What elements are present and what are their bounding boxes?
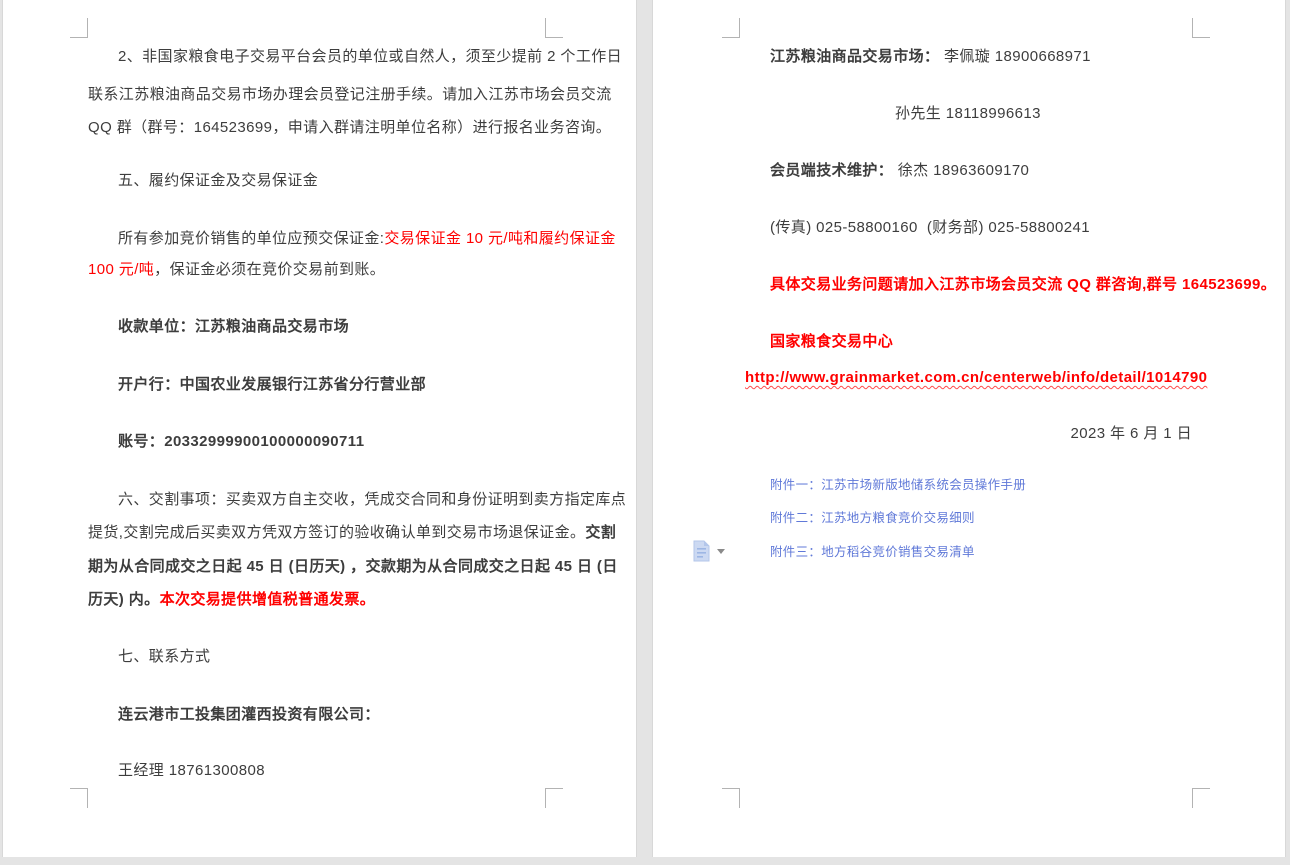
body-line: 联系江苏粮油商品交易市场办理会员登记注册手续。请加入江苏市场会员交流	[88, 84, 545, 106]
tech-contact: 徐杰 18963609170	[893, 162, 1029, 179]
qq-notice-line: 具体交易业务问题请加入江苏市场会员交流 QQ 群咨询,群号 164523699。	[740, 274, 1222, 296]
payee-line: 收款单位：江苏粮油商品交易市场	[88, 316, 575, 338]
delivery-text: 提货,交割完成后买卖双方凭双方签订的验收确认单到交易市场退保证金。	[88, 524, 585, 541]
tech-label: 会员端技术维护：	[770, 162, 893, 179]
crop-mark	[70, 18, 88, 38]
deposit-amount-text: 100 元/吨	[88, 261, 154, 278]
section-heading: 五、履约保证金及交易保证金	[88, 170, 575, 192]
company-line: 连云港市工投集团灌西投资有限公司：	[88, 704, 575, 726]
crop-mark	[1192, 18, 1210, 38]
crop-mark	[722, 788, 740, 808]
body-line: 六、交割事项：买卖双方自主交收，凭成交合同和身份证明到卖方指定库点	[88, 489, 575, 511]
body-line: 所有参加竞价销售的单位应预交保证金:交易保证金 10 元/吨和履约保证金	[88, 228, 575, 250]
body-line: 期为从合同成交之日起 45 日 (日历天) ，交款期为从合同成交之日起 45 日…	[88, 556, 545, 578]
crop-mark	[70, 788, 88, 808]
crop-mark	[1192, 788, 1210, 808]
delivery-period-text: 交割	[585, 524, 616, 541]
document-icon[interactable]	[692, 539, 712, 568]
crop-mark	[545, 18, 563, 38]
market-contact-line: 江苏粮油商品交易市场： 李佩璇 18900668971	[740, 46, 1222, 68]
fax-line: (传真) 025-58800160 (财务部) 025-58800241	[740, 217, 1222, 239]
market-contact-line: 孙先生 18118996613	[740, 103, 1290, 125]
body-line: 历天) 内。本次交易提供增值税普通发票。	[88, 589, 545, 611]
account-line: 账号：20332999900100000090711	[88, 431, 575, 453]
deposit-text: 所有参加竞价销售的单位应预交保证金:	[118, 230, 384, 247]
dropdown-caret-icon[interactable]	[717, 549, 725, 554]
company-contact-line: 王经理 18761300808	[88, 760, 575, 782]
delivery-period-text: 历天) 内。	[88, 591, 160, 608]
section-heading: 七、联系方式	[88, 646, 575, 668]
attachment-link-3[interactable]: 附件三：地方稻谷竞价销售交易清单	[740, 541, 1222, 563]
body-line: 2、非国家粮食电子交易平台会员的单位或自然人，须至少提前 2 个工作日	[88, 46, 575, 68]
bank-line: 开户行：中国农业发展银行江苏省分行营业部	[88, 374, 575, 396]
attachment-link-2[interactable]: 附件二：江苏地方粮食竞价交易细则	[740, 507, 1222, 529]
tech-contact-line: 会员端技术维护： 徐杰 18963609170	[740, 160, 1222, 182]
market-contact: 李佩璇 18900668971	[939, 48, 1091, 65]
crop-mark	[545, 788, 563, 808]
invoice-notice-text: 本次交易提供增值税普通发票。	[160, 591, 376, 608]
body-line: 100 元/吨，保证金必须在竞价交易前到账。	[88, 259, 545, 281]
market-label: 江苏粮油商品交易市场：	[770, 48, 939, 65]
date-line: 2023 年 6 月 1 日	[740, 423, 1224, 445]
body-line: 提货,交割完成后买卖双方凭双方签订的验收确认单到交易市场退保证金。交割	[88, 522, 545, 544]
crop-mark	[722, 18, 740, 38]
center-name-line: 国家粮食交易中心	[740, 331, 1222, 353]
deposit-text: ，保证金必须在竞价交易前到账。	[154, 261, 385, 278]
center-url-link[interactable]: http://www.grainmarket.com.cn/centerweb/…	[740, 367, 1197, 389]
attachment-link-1[interactable]: 附件一：江苏市场新版地储系统会员操作手册	[740, 474, 1222, 496]
document-canvas: 2、非国家粮食电子交易平台会员的单位或自然人，须至少提前 2 个工作日 联系江苏…	[0, 0, 1290, 865]
deposit-amount-text: 交易保证金 10 元/吨和履约保证金	[384, 230, 615, 247]
body-line: QQ 群（群号：164523699，申请入群请注明单位名称）进行报名业务咨询。	[88, 117, 545, 139]
